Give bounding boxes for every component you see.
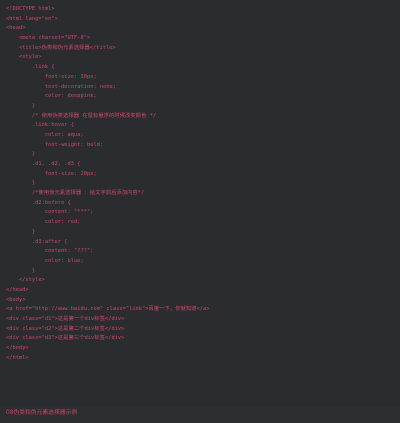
code-line: color: aqua; bbox=[6, 131, 84, 138]
code-line: } bbox=[6, 151, 36, 158]
code-line: } bbox=[6, 267, 36, 274]
code-line: <a href="http://www.baidu.com" class="li… bbox=[6, 306, 210, 313]
code-line: <div class="d3">这是第三个div标签</div> bbox=[6, 335, 125, 342]
code-line: content: "???"; bbox=[6, 248, 94, 255]
code-line: font-weight: bold; bbox=[6, 141, 104, 148]
code-line: .d1, .d2, .d3 { bbox=[6, 161, 81, 167]
code-line: <title>伪类和伪元素选择器</title> bbox=[6, 44, 116, 51]
code-line: </body> bbox=[6, 345, 29, 352]
code-line: } bbox=[6, 180, 36, 187]
code-line: </head> bbox=[6, 286, 29, 293]
caption-text: 08伪类和伪元素选择器示例 bbox=[6, 410, 78, 416]
code-line: } bbox=[6, 102, 36, 109]
code-line: <!DOCTYPE html> bbox=[6, 6, 55, 12]
code-line: <div class="d1">这是第一个div标签</div> bbox=[6, 316, 125, 322]
code-line: color: deeppink; bbox=[6, 93, 97, 100]
code-line: font-size: 20px; bbox=[6, 170, 97, 177]
code-line: <style> bbox=[6, 54, 42, 61]
code-line: /* 使用伪类选择器 在鼠标悬浮的时候改变颜色 */ bbox=[6, 112, 157, 119]
code-line: .link { bbox=[6, 64, 55, 71]
code-line: .d3:after { bbox=[6, 238, 68, 245]
code-line: text-decoration: none; bbox=[6, 83, 117, 90]
code-line: <html lang="en"> bbox=[6, 15, 58, 22]
code-line: } bbox=[6, 228, 36, 235]
code-line: </html> bbox=[6, 354, 29, 361]
code-line: color: red; bbox=[6, 219, 81, 226]
code-line: content: "***"; bbox=[6, 209, 94, 216]
code-line: .d2:before { bbox=[6, 199, 71, 206]
code-editor-panel: <!DOCTYPE html> <html lang="en"> <head> … bbox=[0, 0, 400, 405]
code-line: <div class="d2">这是第二个div标签</div> bbox=[6, 325, 125, 332]
code-line: <head> bbox=[6, 25, 26, 32]
code-lines: <!DOCTYPE html> <html lang="en"> <head> … bbox=[6, 5, 396, 363]
code-line: color: blue; bbox=[6, 257, 84, 264]
code-line: <meta charset="UTF-8"> bbox=[6, 35, 91, 42]
code-line: <body> bbox=[6, 296, 26, 303]
code-line: font-size: 30px; bbox=[6, 73, 97, 80]
code-line: .link:hover { bbox=[6, 122, 75, 129]
code-line: /*使用伪元素选择器 ：给文字前后添加内容*/ bbox=[6, 190, 145, 197]
code-line: </style> bbox=[6, 277, 45, 284]
